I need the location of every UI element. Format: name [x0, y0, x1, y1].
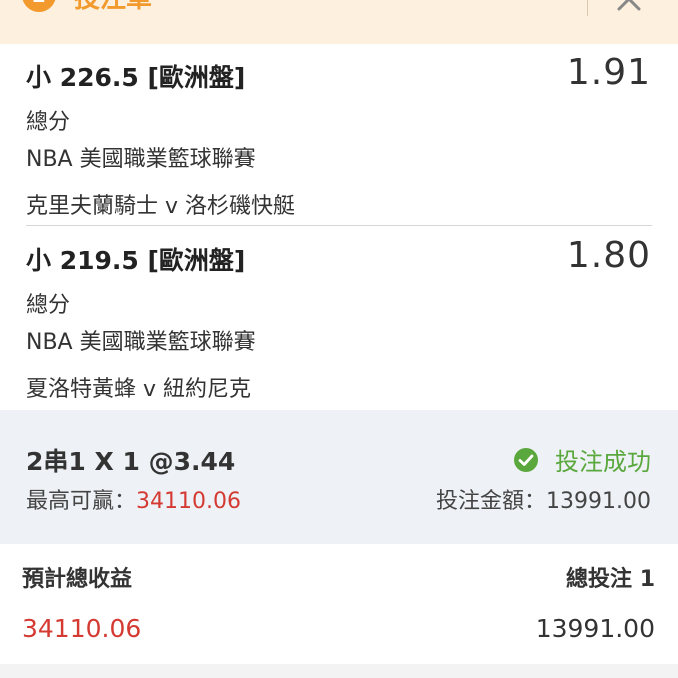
max-win-label: 最高可贏：: [26, 489, 137, 514]
est-return-label: 預計總收益: [22, 567, 133, 592]
bet-selection: 小 226.5 [歐洲盤]: [26, 63, 246, 92]
bet-summary: 2串1 X 1 @3.44 投注成功 最高可贏：34110.06 投注金額：13…: [0, 410, 678, 544]
bet-match: 克里夫蘭騎士 v 洛杉磯快艇: [26, 194, 296, 219]
total-bets-value: 13991.00: [535, 614, 655, 643]
bet-item: 小 219.5 [歐洲盤] 1.80 總分 NBA 美國職業籃球聯賽 夏洛特黃蜂…: [0, 227, 678, 410]
bet-match: 夏洛特黃蜂 v 紐約尼克: [26, 377, 252, 402]
betslip-header: 2 投注單: [0, 0, 678, 44]
max-win: 最高可贏：34110.06: [26, 483, 241, 515]
bet-status-text: 投注成功: [555, 448, 651, 476]
bet-league: NBA 美國職業籃球聯賽: [26, 330, 256, 355]
check-circle-icon: [514, 447, 538, 472]
stake-amount: 投注金額：13991.00: [436, 489, 651, 514]
bet-league: NBA 美國職業籃球聯賽: [26, 147, 256, 172]
bet-market: 總分: [26, 293, 71, 318]
est-return-value: 34110.06: [22, 614, 142, 643]
header-divider: [587, 0, 588, 16]
total-bets-label: 總投注 1: [566, 567, 655, 592]
betslip-title: 投注單: [74, 0, 152, 14]
max-win-value: 34110.06: [136, 489, 241, 514]
bet-odds: 1.91: [566, 52, 651, 93]
bet-divider: [26, 225, 652, 226]
totals-section: 預計總收益 總投注 1 34110.06 13991.00: [0, 544, 678, 678]
bet-count-badge: 2: [22, 0, 56, 12]
bottom-strip: [0, 664, 678, 678]
close-icon[interactable]: [612, 0, 646, 16]
bet-status: 投注成功: [513, 442, 651, 477]
bet-market: 總分: [26, 110, 71, 135]
bet-selection: 小 219.5 [歐洲盤]: [26, 246, 246, 275]
bet-item: 小 226.5 [歐洲盤] 1.91 總分 NBA 美國職業籃球聯賽 克里夫蘭騎…: [0, 44, 678, 226]
bet-odds: 1.80: [566, 235, 651, 276]
combo-odds: 2串1 X 1 @3.44: [26, 447, 236, 476]
